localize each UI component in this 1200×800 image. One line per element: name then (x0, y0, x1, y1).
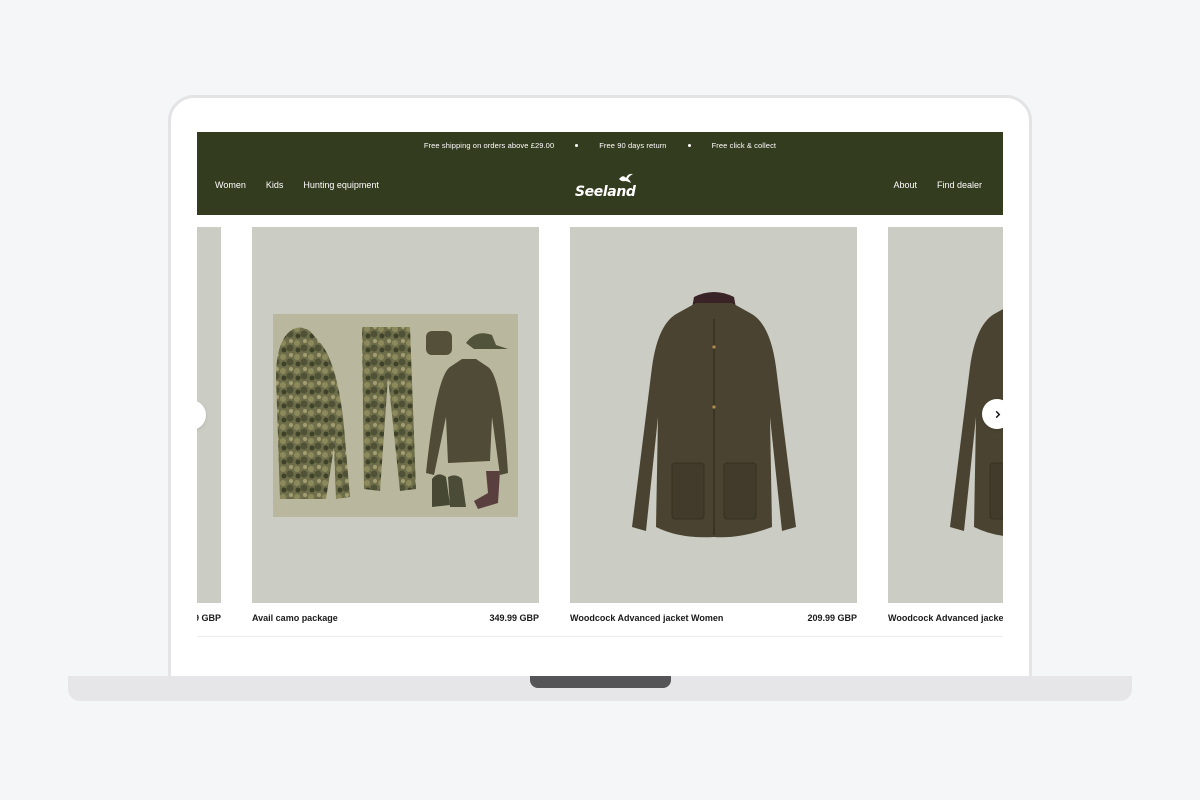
bird-icon (619, 173, 633, 183)
logo-text: Seeland (575, 184, 636, 200)
product-info: 9.99 GBP (197, 613, 221, 627)
divider (197, 636, 1003, 637)
announcement-returns: Free 90 days return (599, 140, 667, 150)
bullet-separator (687, 143, 691, 147)
nav-link-women[interactable]: Women (215, 180, 246, 190)
product-price: 349.99 GBP (489, 613, 539, 623)
product-price: 9.99 GBP (197, 613, 221, 623)
product-name: Woodcock Advanced jacke (888, 613, 1003, 623)
product-card[interactable]: Woodcock Advanced jacket Women 209.99 GB… (570, 227, 857, 637)
site-header: Free shipping on orders above £29.00 Fre… (197, 132, 1003, 215)
nav-right: About Find dealer (893, 180, 982, 190)
product-carousel: 9.99 GBP (197, 227, 1003, 638)
product-card[interactable]: Avail camo package 349.99 GBP (252, 227, 539, 637)
woodcock-jacket-illustration (632, 292, 796, 538)
announcement-shipping: Free shipping on orders above £29.00 (423, 140, 555, 150)
laptop-notch (530, 676, 671, 688)
product-info: Woodcock Advanced jacket Women 209.99 GB… (570, 613, 857, 627)
nav-link-kids[interactable]: Kids (266, 180, 284, 190)
camo-package-illustration (273, 314, 518, 517)
nav-link-hunting-equipment[interactable]: Hunting equipment (303, 180, 379, 190)
product-name: Avail camo package (252, 613, 338, 623)
main-nav: Women Kids Hunting equipment Seeland Abo… (197, 172, 1003, 200)
nav-link-about[interactable]: About (893, 180, 917, 190)
website-screen: Free shipping on orders above £29.00 Fre… (197, 132, 1003, 638)
nav-left: Women Kids Hunting equipment (215, 180, 379, 190)
announcement-click-collect: Free click & collect (711, 140, 777, 150)
product-card[interactable]: 9.99 GBP (197, 227, 221, 637)
announcement-bar: Free shipping on orders above £29.00 Fre… (197, 138, 1003, 152)
product-image[interactable] (570, 227, 857, 603)
product-info: Avail camo package 349.99 GBP (252, 613, 539, 627)
chevron-right-icon (995, 410, 1000, 418)
nav-link-find-dealer[interactable]: Find dealer (937, 180, 982, 190)
product-image[interactable] (252, 227, 539, 603)
product-price: 209.99 GBP (807, 613, 857, 623)
product-card[interactable]: Woodcock Advanced jacke (888, 227, 1003, 637)
product-info: Woodcock Advanced jacke (888, 613, 1003, 627)
product-name: Woodcock Advanced jacket Women (570, 613, 724, 623)
seeland-logo[interactable]: Seeland (575, 173, 636, 200)
bullet-separator (575, 143, 579, 147)
